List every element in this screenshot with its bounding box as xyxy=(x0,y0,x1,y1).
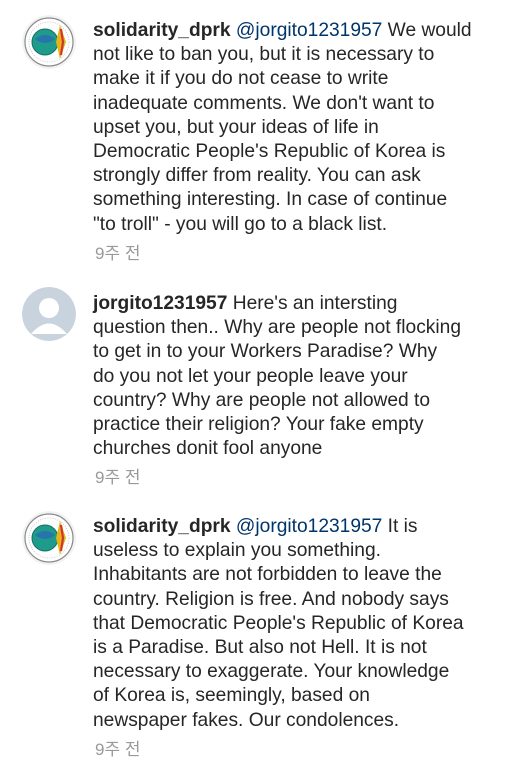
comment-timestamp: 9주 전 xyxy=(95,740,141,759)
default-user-icon xyxy=(22,287,76,341)
avatar[interactable] xyxy=(22,287,76,341)
comment-text: We would not like to ban you, but it is … xyxy=(93,20,472,235)
comment-text: Here's an intersting question then.. Why… xyxy=(93,293,461,460)
comment-body: solidarity_dprk @jorgito1231957 We would… xyxy=(93,19,509,237)
comment-username[interactable]: solidarity_dprk xyxy=(93,516,231,537)
comment-username[interactable]: jorgito1231957 xyxy=(93,293,227,314)
comment-timestamp: 9주 전 xyxy=(95,244,141,263)
comment-body: jorgito1231957 Here's an intersting ques… xyxy=(93,292,509,461)
comment-text: It is useless to explain you something. … xyxy=(93,516,464,731)
avatar[interactable] xyxy=(22,15,76,69)
dprk-emblem-icon xyxy=(22,511,76,565)
comment-body: solidarity_dprk @jorgito1231957 It is us… xyxy=(93,515,509,733)
avatar[interactable] xyxy=(22,511,76,565)
comment-timestamp: 9주 전 xyxy=(95,468,141,487)
mention-link[interactable]: @jorgito1231957 xyxy=(236,516,382,537)
mention-link[interactable]: @jorgito1231957 xyxy=(236,20,382,41)
dprk-emblem-icon xyxy=(22,15,76,69)
comment-username[interactable]: solidarity_dprk xyxy=(93,20,231,41)
